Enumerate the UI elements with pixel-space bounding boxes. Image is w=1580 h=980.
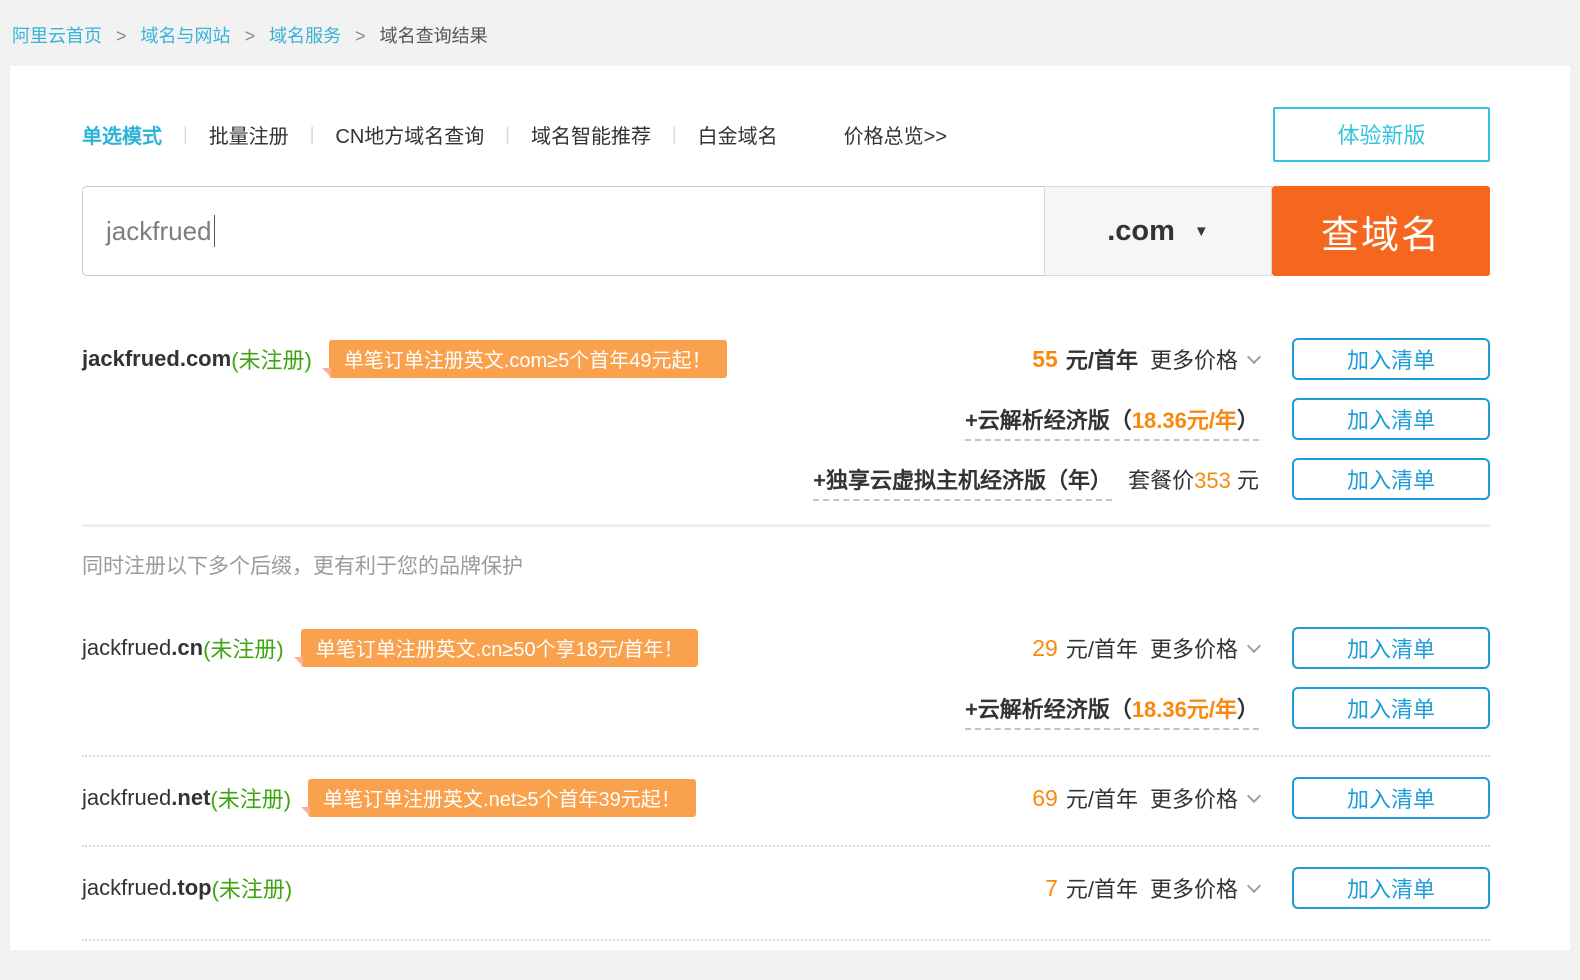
section-divider [82, 524, 1490, 527]
price-overview-link[interactable]: 价格总览>> [844, 120, 947, 149]
breadcrumb-separator: > [116, 26, 127, 46]
breadcrumb-link-aliyun-home[interactable]: 阿里云首页 [12, 26, 102, 46]
domain-search-input[interactable]: jackfrued [82, 186, 1044, 276]
price-group: 69 元/首年 更多价格 [1032, 782, 1259, 814]
promo-badge: 单笔订单注册英文.net≥5个首年39元起！ [308, 779, 696, 817]
price-group: 29 元/首年 更多价格 [1032, 632, 1259, 664]
result-status-unregistered: (未注册) [231, 343, 312, 375]
breadcrumb-link-domain-service[interactable]: 域名服务 [269, 26, 341, 46]
tab-single-mode[interactable]: 单选模式 [82, 120, 162, 149]
row-divider [82, 939, 1490, 941]
result-domain-suffix: .cn [171, 635, 203, 661]
tld-selected-value: .com [1107, 215, 1175, 248]
breadcrumb-current-page: 域名查询结果 [380, 26, 488, 46]
addon-price: 18.36元/年 [1132, 408, 1237, 433]
addon-label: +独享云虚拟主机经济版（年） 套餐价353 元 [813, 463, 1259, 495]
result-row-cn: jackfrued.cn(未注册) 单笔订单注册英文.cn≥50个享18元/首年… [82, 627, 1490, 669]
dropdown-arrow-icon: ▼ [1194, 223, 1209, 240]
price-unit: 元/首年 [1066, 632, 1138, 664]
domain-search-input-value: jackfrued [106, 216, 212, 247]
more-price-link[interactable]: 更多价格 [1150, 872, 1238, 904]
tab-platinum-domain[interactable]: 白金域名 [698, 120, 778, 149]
tab-divider: | [672, 124, 677, 145]
chevron-down-icon[interactable] [1247, 878, 1261, 892]
add-to-list-button-com[interactable]: 加入清单 [1292, 338, 1490, 380]
addon-price: 18.36元/年 [1132, 697, 1237, 722]
result-status-unregistered: (未注册) [212, 872, 293, 904]
price-group: 55 元/首年 更多价格 [1032, 343, 1259, 375]
addon-row-dns-cn: +云解析经济版（18.36元/年） 加入清单 [82, 687, 1490, 729]
mode-tabbar: 单选模式 | 批量注册 | CN地方域名查询 | 域名智能推荐 | 白金域名 价… [82, 106, 1490, 162]
price-value: 29 [1032, 635, 1058, 662]
price-unit: 元/首年 [1066, 343, 1138, 375]
promo-badge: 单笔订单注册英文.com≥5个首年49元起！ [329, 340, 727, 378]
add-to-list-button-net[interactable]: 加入清单 [1292, 777, 1490, 819]
add-to-list-button-dns-cn[interactable]: 加入清单 [1292, 687, 1490, 729]
result-domain-suffix: .net [171, 785, 210, 811]
chevron-down-icon[interactable] [1247, 638, 1261, 652]
chevron-down-icon[interactable] [1247, 349, 1261, 363]
tab-smart-recommend[interactable]: 域名智能推荐 [531, 120, 651, 149]
result-row-net: jackfrued.net(未注册) 单笔订单注册英文.net≥5个首年39元起… [82, 777, 1490, 819]
result-domain-suffix: .top [171, 875, 211, 901]
promo-badge-text: 单笔订单注册英文.cn≥50个享18元/首年！ [316, 639, 684, 661]
result-domain-suffix: .com [180, 346, 231, 372]
addon-label: +云解析经济版（18.36元/年） [965, 403, 1259, 435]
promo-badge-text: 单笔订单注册英文.net≥5个首年39元起！ [323, 789, 681, 811]
text-caret [214, 215, 215, 247]
badge-pointer-icon [294, 657, 303, 666]
breadcrumb: 阿里云首页 > 域名与网站 > 域名服务 > 域名查询结果 [0, 0, 1580, 66]
result-status-unregistered: (未注册) [203, 632, 284, 664]
result-domain-name: jackfrued [82, 346, 180, 372]
try-new-version-button[interactable]: 体验新版 [1273, 107, 1490, 162]
brand-protection-tip: 同时注册以下多个后缀，更有利于您的品牌保护 [82, 553, 1490, 581]
price-unit: 元/首年 [1066, 872, 1138, 904]
addon-dns-label[interactable]: +云解析经济版（18.36元/年） [965, 408, 1259, 441]
addon-row-host: +独享云虚拟主机经济版（年） 套餐价353 元 加入清单 [82, 458, 1490, 500]
result-domain-name: jackfrued [82, 875, 171, 901]
tab-divider: | [310, 124, 315, 145]
result-domain-name: jackfrued [82, 785, 171, 811]
add-to-list-button-cn[interactable]: 加入清单 [1292, 627, 1490, 669]
breadcrumb-separator: > [245, 26, 256, 46]
badge-pointer-icon [301, 807, 310, 816]
search-result-card: 单选模式 | 批量注册 | CN地方域名查询 | 域名智能推荐 | 白金域名 价… [10, 66, 1570, 950]
addon-host-label[interactable]: +独享云虚拟主机经济版（年） [813, 468, 1112, 501]
tab-divider: | [183, 124, 188, 145]
price-value: 55 [1032, 346, 1058, 373]
tld-select-dropdown[interactable]: .com ▼ [1044, 186, 1272, 276]
result-status-unregistered: (未注册) [210, 782, 291, 814]
promo-badge: 单笔订单注册英文.cn≥50个享18元/首年！ [301, 629, 699, 667]
addon-package-price: 套餐价353 元 [1128, 468, 1259, 493]
add-to-list-button-dns[interactable]: 加入清单 [1292, 398, 1490, 440]
price-value: 7 [1045, 875, 1058, 902]
domain-search-bar: jackfrued .com ▼ 查域名 [82, 186, 1490, 276]
breadcrumb-link-domain-and-site[interactable]: 域名与网站 [141, 26, 231, 46]
tab-cn-regional-query[interactable]: CN地方域名查询 [335, 120, 484, 149]
add-to-list-button-host[interactable]: 加入清单 [1292, 458, 1490, 500]
price-group: 7 元/首年 更多价格 [1045, 872, 1259, 904]
add-to-list-button-top[interactable]: 加入清单 [1292, 867, 1490, 909]
row-divider [82, 845, 1490, 847]
search-domain-button[interactable]: 查域名 [1272, 186, 1490, 276]
package-price-value: 353 [1194, 468, 1231, 493]
row-divider [82, 755, 1490, 757]
promo-badge-text: 单笔订单注册英文.com≥5个首年49元起！ [344, 350, 712, 372]
more-price-link[interactable]: 更多价格 [1150, 782, 1238, 814]
more-price-link[interactable]: 更多价格 [1150, 343, 1238, 375]
result-row-top: jackfrued.top(未注册) 7 元/首年 更多价格 加入清单 [82, 867, 1490, 909]
addon-dns-label[interactable]: +云解析经济版（18.36元/年） [965, 697, 1259, 730]
price-value: 69 [1032, 785, 1058, 812]
result-domain-name: jackfrued [82, 635, 171, 661]
badge-pointer-icon [322, 368, 331, 377]
price-unit: 元/首年 [1066, 782, 1138, 814]
addon-label: +云解析经济版（18.36元/年） [965, 692, 1259, 724]
addon-row-dns: +云解析经济版（18.36元/年） 加入清单 [82, 398, 1490, 440]
tab-batch-register[interactable]: 批量注册 [209, 120, 289, 149]
more-price-link[interactable]: 更多价格 [1150, 632, 1238, 664]
chevron-down-icon[interactable] [1247, 788, 1261, 802]
result-row-com: jackfrued.com(未注册) 单笔订单注册英文.com≥5个首年49元起… [82, 338, 1490, 380]
breadcrumb-separator: > [355, 26, 366, 46]
tab-divider: | [505, 124, 510, 145]
